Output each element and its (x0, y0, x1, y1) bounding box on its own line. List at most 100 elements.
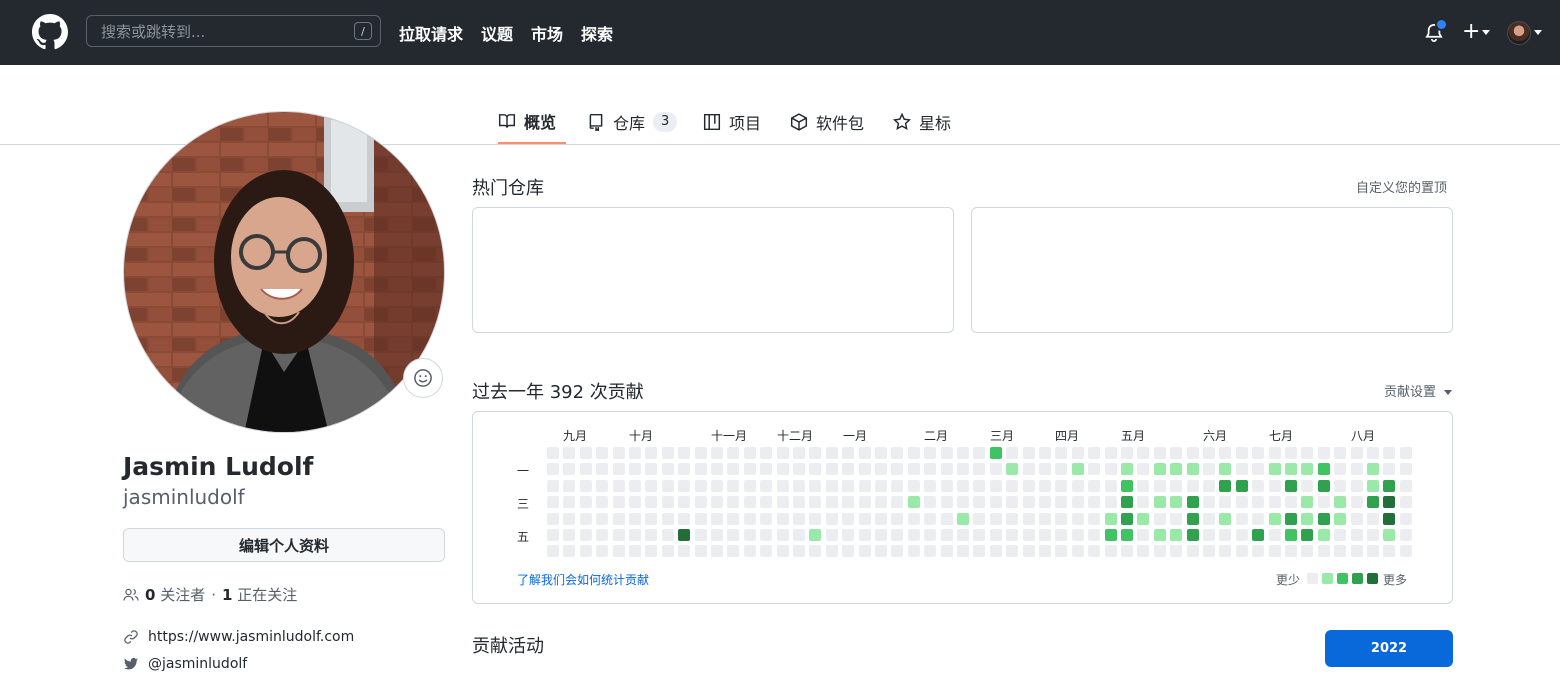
contribution-day-cell[interactable] (1269, 496, 1281, 508)
contribution-day-cell[interactable] (973, 513, 985, 525)
contribution-day-cell[interactable] (1023, 545, 1035, 557)
contribution-day-cell[interactable] (1203, 529, 1215, 541)
contribution-day-cell[interactable] (695, 447, 707, 459)
contribution-day-cell[interactable] (777, 447, 789, 459)
contribution-day-cell[interactable] (1187, 545, 1199, 557)
contribution-day-cell[interactable] (1187, 513, 1199, 525)
contribution-day-cell[interactable] (924, 496, 936, 508)
contribution-day-cell[interactable] (1334, 496, 1346, 508)
contribution-day-cell[interactable] (1137, 463, 1149, 475)
contribution-day-cell[interactable] (662, 529, 674, 541)
contribution-day-cell[interactable] (1203, 463, 1215, 475)
contribution-day-cell[interactable] (1039, 480, 1051, 492)
contribution-day-cell[interactable] (875, 529, 887, 541)
contribution-day-cell[interactable] (1400, 529, 1412, 541)
contribution-day-cell[interactable] (1269, 480, 1281, 492)
contribution-day-cell[interactable] (629, 480, 641, 492)
contribution-day-cell[interactable] (596, 447, 608, 459)
contribution-day-cell[interactable] (941, 463, 953, 475)
contribution-day-cell[interactable] (1039, 545, 1051, 557)
contribution-day-cell[interactable] (1154, 463, 1166, 475)
contribution-day-cell[interactable] (957, 513, 969, 525)
contribution-day-cell[interactable] (645, 496, 657, 508)
contribution-day-cell[interactable] (826, 447, 838, 459)
contribution-day-cell[interactable] (629, 447, 641, 459)
contribution-day-cell[interactable] (580, 545, 592, 557)
contribution-day-cell[interactable] (1383, 480, 1395, 492)
contribution-day-cell[interactable] (1285, 545, 1297, 557)
contribution-day-cell[interactable] (1367, 447, 1379, 459)
contribution-day-cell[interactable] (1219, 513, 1231, 525)
contribution-day-cell[interactable] (990, 545, 1002, 557)
contribution-day-cell[interactable] (826, 463, 838, 475)
contribution-day-cell[interactable] (1285, 496, 1297, 508)
contribution-day-cell[interactable] (973, 480, 985, 492)
contribution-day-cell[interactable] (826, 529, 838, 541)
contribution-day-cell[interactable] (1137, 513, 1149, 525)
contribution-day-cell[interactable] (1252, 529, 1264, 541)
contribution-day-cell[interactable] (727, 480, 739, 492)
contribution-day-cell[interactable] (662, 496, 674, 508)
contribution-day-cell[interactable] (859, 513, 871, 525)
contribution-day-cell[interactable] (1023, 496, 1035, 508)
contribution-day-cell[interactable] (1187, 480, 1199, 492)
contribution-day-cell[interactable] (1121, 447, 1133, 459)
contribution-day-cell[interactable] (957, 545, 969, 557)
contribution-day-cell[interactable] (1236, 513, 1248, 525)
contribution-day-cell[interactable] (1285, 447, 1297, 459)
contribution-day-cell[interactable] (1072, 463, 1084, 475)
contribution-day-cell[interactable] (1121, 529, 1133, 541)
contribution-day-cell[interactable] (1137, 529, 1149, 541)
contribution-day-cell[interactable] (809, 496, 821, 508)
contribution-day-cell[interactable] (1121, 480, 1133, 492)
contribution-day-cell[interactable] (1318, 513, 1330, 525)
contribution-day-cell[interactable] (1055, 513, 1067, 525)
contribution-day-cell[interactable] (1006, 513, 1018, 525)
nav-issues[interactable]: 议题 (481, 21, 513, 45)
contribution-day-cell[interactable] (1301, 496, 1313, 508)
contribution-day-cell[interactable] (1105, 545, 1117, 557)
contribution-day-cell[interactable] (1055, 496, 1067, 508)
contribution-day-cell[interactable] (1334, 529, 1346, 541)
contribution-day-cell[interactable] (875, 513, 887, 525)
contribution-day-cell[interactable] (1039, 529, 1051, 541)
contribution-day-cell[interactable] (563, 447, 575, 459)
contribution-day-cell[interactable] (678, 496, 690, 508)
contribution-day-cell[interactable] (1236, 480, 1248, 492)
contribution-day-cell[interactable] (1203, 480, 1215, 492)
search-input[interactable] (99, 16, 353, 48)
contribution-day-cell[interactable] (859, 463, 871, 475)
contribution-day-cell[interactable] (924, 529, 936, 541)
contribution-day-cell[interactable] (908, 545, 920, 557)
contribution-day-cell[interactable] (908, 463, 920, 475)
contribution-day-cell[interactable] (924, 545, 936, 557)
contribution-day-cell[interactable] (973, 447, 985, 459)
contribution-day-cell[interactable] (1154, 480, 1166, 492)
contribution-day-cell[interactable] (842, 496, 854, 508)
contribution-day-cell[interactable] (727, 496, 739, 508)
contribution-day-cell[interactable] (580, 529, 592, 541)
contribution-day-cell[interactable] (1154, 513, 1166, 525)
contribution-day-cell[interactable] (1088, 545, 1100, 557)
contribution-day-cell[interactable] (1023, 529, 1035, 541)
contribution-day-cell[interactable] (1236, 463, 1248, 475)
contribution-day-cell[interactable] (1400, 463, 1412, 475)
contribution-day-cell[interactable] (809, 480, 821, 492)
contribution-day-cell[interactable] (580, 463, 592, 475)
contribution-day-cell[interactable] (1318, 545, 1330, 557)
contribution-day-cell[interactable] (1400, 447, 1412, 459)
contribution-day-cell[interactable] (1219, 480, 1231, 492)
contribution-day-cell[interactable] (1301, 480, 1313, 492)
contribution-day-cell[interactable] (678, 463, 690, 475)
contribution-day-cell[interactable] (1170, 513, 1182, 525)
contribution-day-cell[interactable] (859, 545, 871, 557)
contribution-day-cell[interactable] (1367, 463, 1379, 475)
contribution-day-cell[interactable] (596, 496, 608, 508)
contribution-day-cell[interactable] (1006, 529, 1018, 541)
contribution-day-cell[interactable] (973, 529, 985, 541)
twitter-link[interactable]: @jasminludolf (148, 656, 247, 672)
create-new-icon[interactable]: + (1462, 20, 1480, 44)
contribution-day-cell[interactable] (727, 545, 739, 557)
contribution-day-cell[interactable] (973, 463, 985, 475)
contribution-day-cell[interactable] (1105, 463, 1117, 475)
